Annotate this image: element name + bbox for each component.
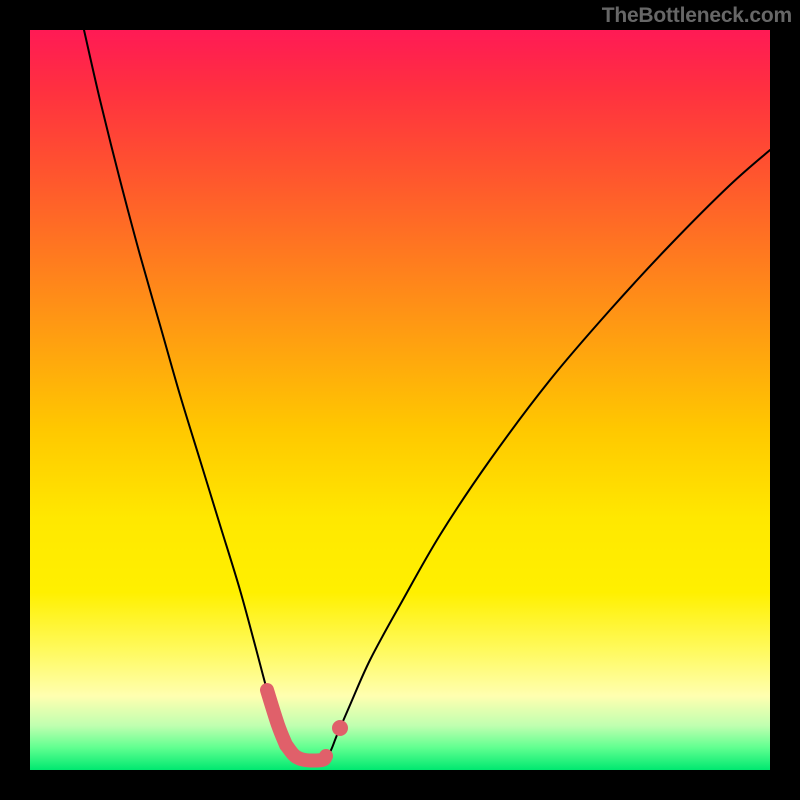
pink-segment-right (287, 746, 326, 760)
watermark-text: TheBottleneck.com (602, 4, 792, 28)
pink-dot (332, 720, 348, 736)
bottleneck-plot (30, 30, 770, 770)
chart-frame: TheBottleneck.com (0, 0, 800, 800)
bottleneck-curve-path (84, 30, 770, 761)
plot-area (30, 30, 770, 770)
pink-segment-left (267, 690, 286, 745)
